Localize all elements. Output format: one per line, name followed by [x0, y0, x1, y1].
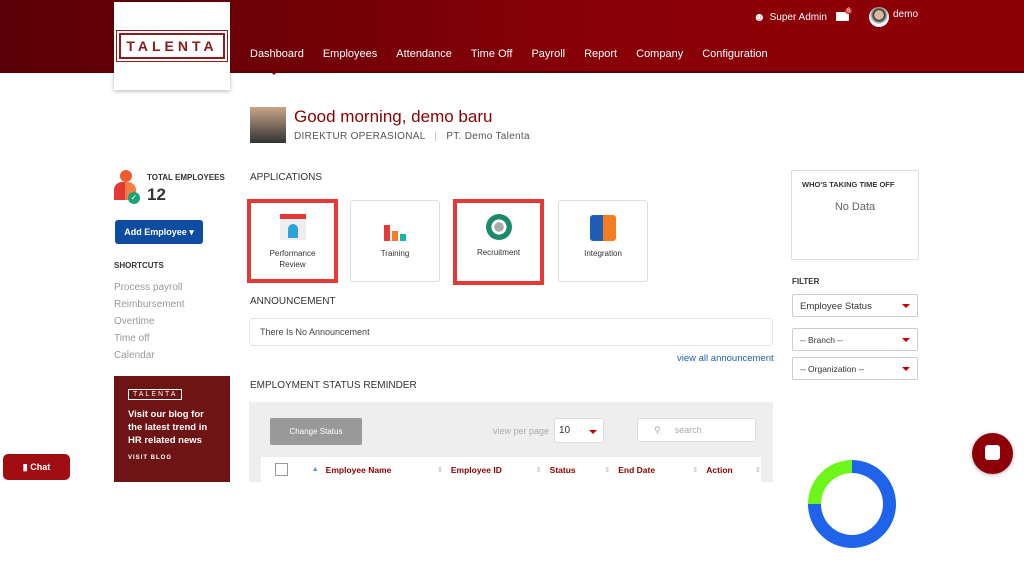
role-switch[interactable]: ☻ Super Admin: [753, 10, 827, 24]
time-off-title: WHO'S TAKING TIME OFF: [802, 180, 895, 189]
mail-badge: 6: [845, 8, 853, 14]
greeting-title: Good morning, demo baru: [294, 107, 493, 126]
applications-title: APPLICATIONS: [250, 172, 323, 183]
employees-icon: ✓: [114, 170, 140, 204]
chevron-down-icon: [902, 304, 910, 308]
blog-logo: TALENTA: [128, 389, 183, 400]
nav-report[interactable]: Report: [584, 48, 617, 60]
announcement-box: There Is No Announcement: [249, 318, 773, 346]
nav-time-off[interactable]: Time Off: [471, 48, 513, 60]
filter-value: -- Branch --: [800, 335, 843, 345]
app-label: Training: [380, 249, 410, 258]
position: DIREKTUR OPERASIONAL: [294, 131, 426, 142]
app-training[interactable]: Training: [350, 200, 440, 282]
col-employee-name[interactable]: Employee Name: [326, 465, 437, 475]
chevron-down-icon: [902, 338, 910, 342]
chevron-down-icon: [589, 430, 597, 434]
integration-icon: [590, 215, 616, 241]
main-nav: Dashboard Employees Attendance Time Off …: [250, 48, 787, 75]
chat-button[interactable]: ▮ Chat: [3, 454, 70, 480]
search-placeholder: search: [674, 425, 702, 435]
select-all-checkbox[interactable]: [275, 463, 288, 476]
chat-bubble-icon: [985, 445, 1000, 460]
shortcuts-title: SHORTCUTS: [114, 261, 164, 270]
recruitment-icon: [485, 214, 512, 240]
company: PT. Demo Talenta: [446, 131, 530, 142]
sort-asc-icon[interactable]: ▲: [312, 466, 319, 473]
filter-value: -- Organization --: [800, 364, 865, 374]
blog-banner[interactable]: TALENTA Visit our blog for the latest tr…: [114, 376, 230, 482]
reminder-title: EMPLOYMENT STATUS REMINDER: [250, 380, 417, 391]
filter-title: FILTER: [792, 277, 820, 286]
chat-label: Chat: [30, 462, 51, 472]
change-status-button[interactable]: Change Status: [270, 418, 362, 445]
logo-text: TALENTA: [116, 30, 228, 62]
app-performance-review[interactable]: Performance Review: [247, 199, 338, 283]
nav-payroll[interactable]: Payroll: [531, 48, 565, 60]
user-icon: ☻: [753, 10, 766, 24]
view-per-page-label: view per page: [493, 426, 550, 436]
table-header: ▲ Employee Name ⇕ Employee ID ⇕ Status ⇕…: [261, 457, 761, 482]
nav-dashboard[interactable]: Dashboard: [250, 48, 304, 75]
logo[interactable]: TALENTA: [114, 2, 230, 90]
role-label: Super Admin: [769, 11, 827, 23]
avatar: [869, 7, 889, 27]
blog-text: Visit our blog for the latest trend in H…: [128, 409, 208, 446]
col-end-date[interactable]: End Date: [618, 465, 692, 475]
search-input[interactable]: ⚲ search: [637, 418, 756, 442]
sort-icon[interactable]: ⇕: [755, 466, 761, 474]
shortcuts-list: Process payroll Reimbursement Overtime T…: [114, 279, 185, 364]
col-employee-id[interactable]: Employee ID: [451, 465, 536, 475]
sort-icon[interactable]: ⇕: [604, 466, 610, 474]
app-label: Recruitment: [476, 248, 521, 257]
nav-configuration[interactable]: Configuration: [702, 48, 767, 60]
filter-value: Employee Status: [800, 301, 872, 312]
time-off-widget: WHO'S TAKING TIME OFF No Data: [791, 170, 919, 260]
shortcut-time-off[interactable]: Time off: [114, 330, 185, 347]
sort-icon[interactable]: ⇕: [692, 466, 698, 474]
donut-chart: [789, 441, 915, 566]
nav-employees[interactable]: Employees: [323, 48, 377, 60]
user-name: demo: [893, 8, 919, 20]
col-action[interactable]: Action: [706, 465, 755, 475]
shortcut-calendar[interactable]: Calendar: [114, 347, 185, 364]
nav-company[interactable]: Company: [636, 48, 683, 60]
shortcut-process-payroll[interactable]: Process payroll: [114, 279, 185, 296]
search-icon: ⚲: [654, 425, 661, 435]
reminder-panel: Change Status view per page 10 ⚲ search ▲…: [249, 402, 773, 482]
shortcut-overtime[interactable]: Overtime: [114, 313, 185, 330]
app-integration[interactable]: Integration: [558, 200, 648, 282]
total-employees-label: TOTAL EMPLOYEES: [147, 173, 225, 182]
nav-attendance[interactable]: Attendance: [396, 48, 452, 60]
organization-select[interactable]: -- Organization --: [792, 357, 918, 380]
per-page-value: 10: [559, 425, 571, 436]
support-chat-button[interactable]: [972, 433, 1013, 474]
announcement-title: ANNOUNCEMENT: [250, 296, 336, 307]
chat-icon: ▮: [22, 462, 28, 472]
app-label: Performance Review: [269, 249, 316, 269]
app-recruitment[interactable]: Recruitment: [453, 199, 544, 285]
profile-photo: [250, 107, 286, 143]
sort-icon[interactable]: ⇕: [437, 466, 443, 474]
branch-select[interactable]: -- Branch --: [792, 328, 918, 351]
chevron-down-icon: [902, 367, 910, 371]
greeting: Good morning, demo baru DIREKTUR OPERASI…: [250, 107, 530, 143]
add-employee-button[interactable]: Add Employee ▾: [115, 220, 203, 244]
col-status[interactable]: Status: [550, 465, 605, 475]
user-menu[interactable]: demo: [869, 7, 918, 27]
blog-cta: VISIT BLOG: [128, 455, 173, 461]
shortcut-reimbursement[interactable]: Reimbursement: [114, 296, 185, 313]
total-employees-count: 12: [147, 185, 166, 204]
app-label: Integration: [584, 249, 622, 258]
training-icon: [382, 215, 408, 241]
view-all-announcement-link[interactable]: view all announcement: [677, 353, 774, 364]
add-employee-label: Add Employee: [124, 227, 187, 237]
announcement-empty: There Is No Announcement: [260, 327, 370, 337]
time-off-empty: No Data: [834, 201, 876, 213]
performance-review-icon: [279, 214, 306, 240]
sort-icon[interactable]: ⇕: [536, 466, 542, 474]
per-page-select[interactable]: 10: [554, 418, 604, 443]
employee-status-select[interactable]: Employee Status: [792, 294, 918, 317]
